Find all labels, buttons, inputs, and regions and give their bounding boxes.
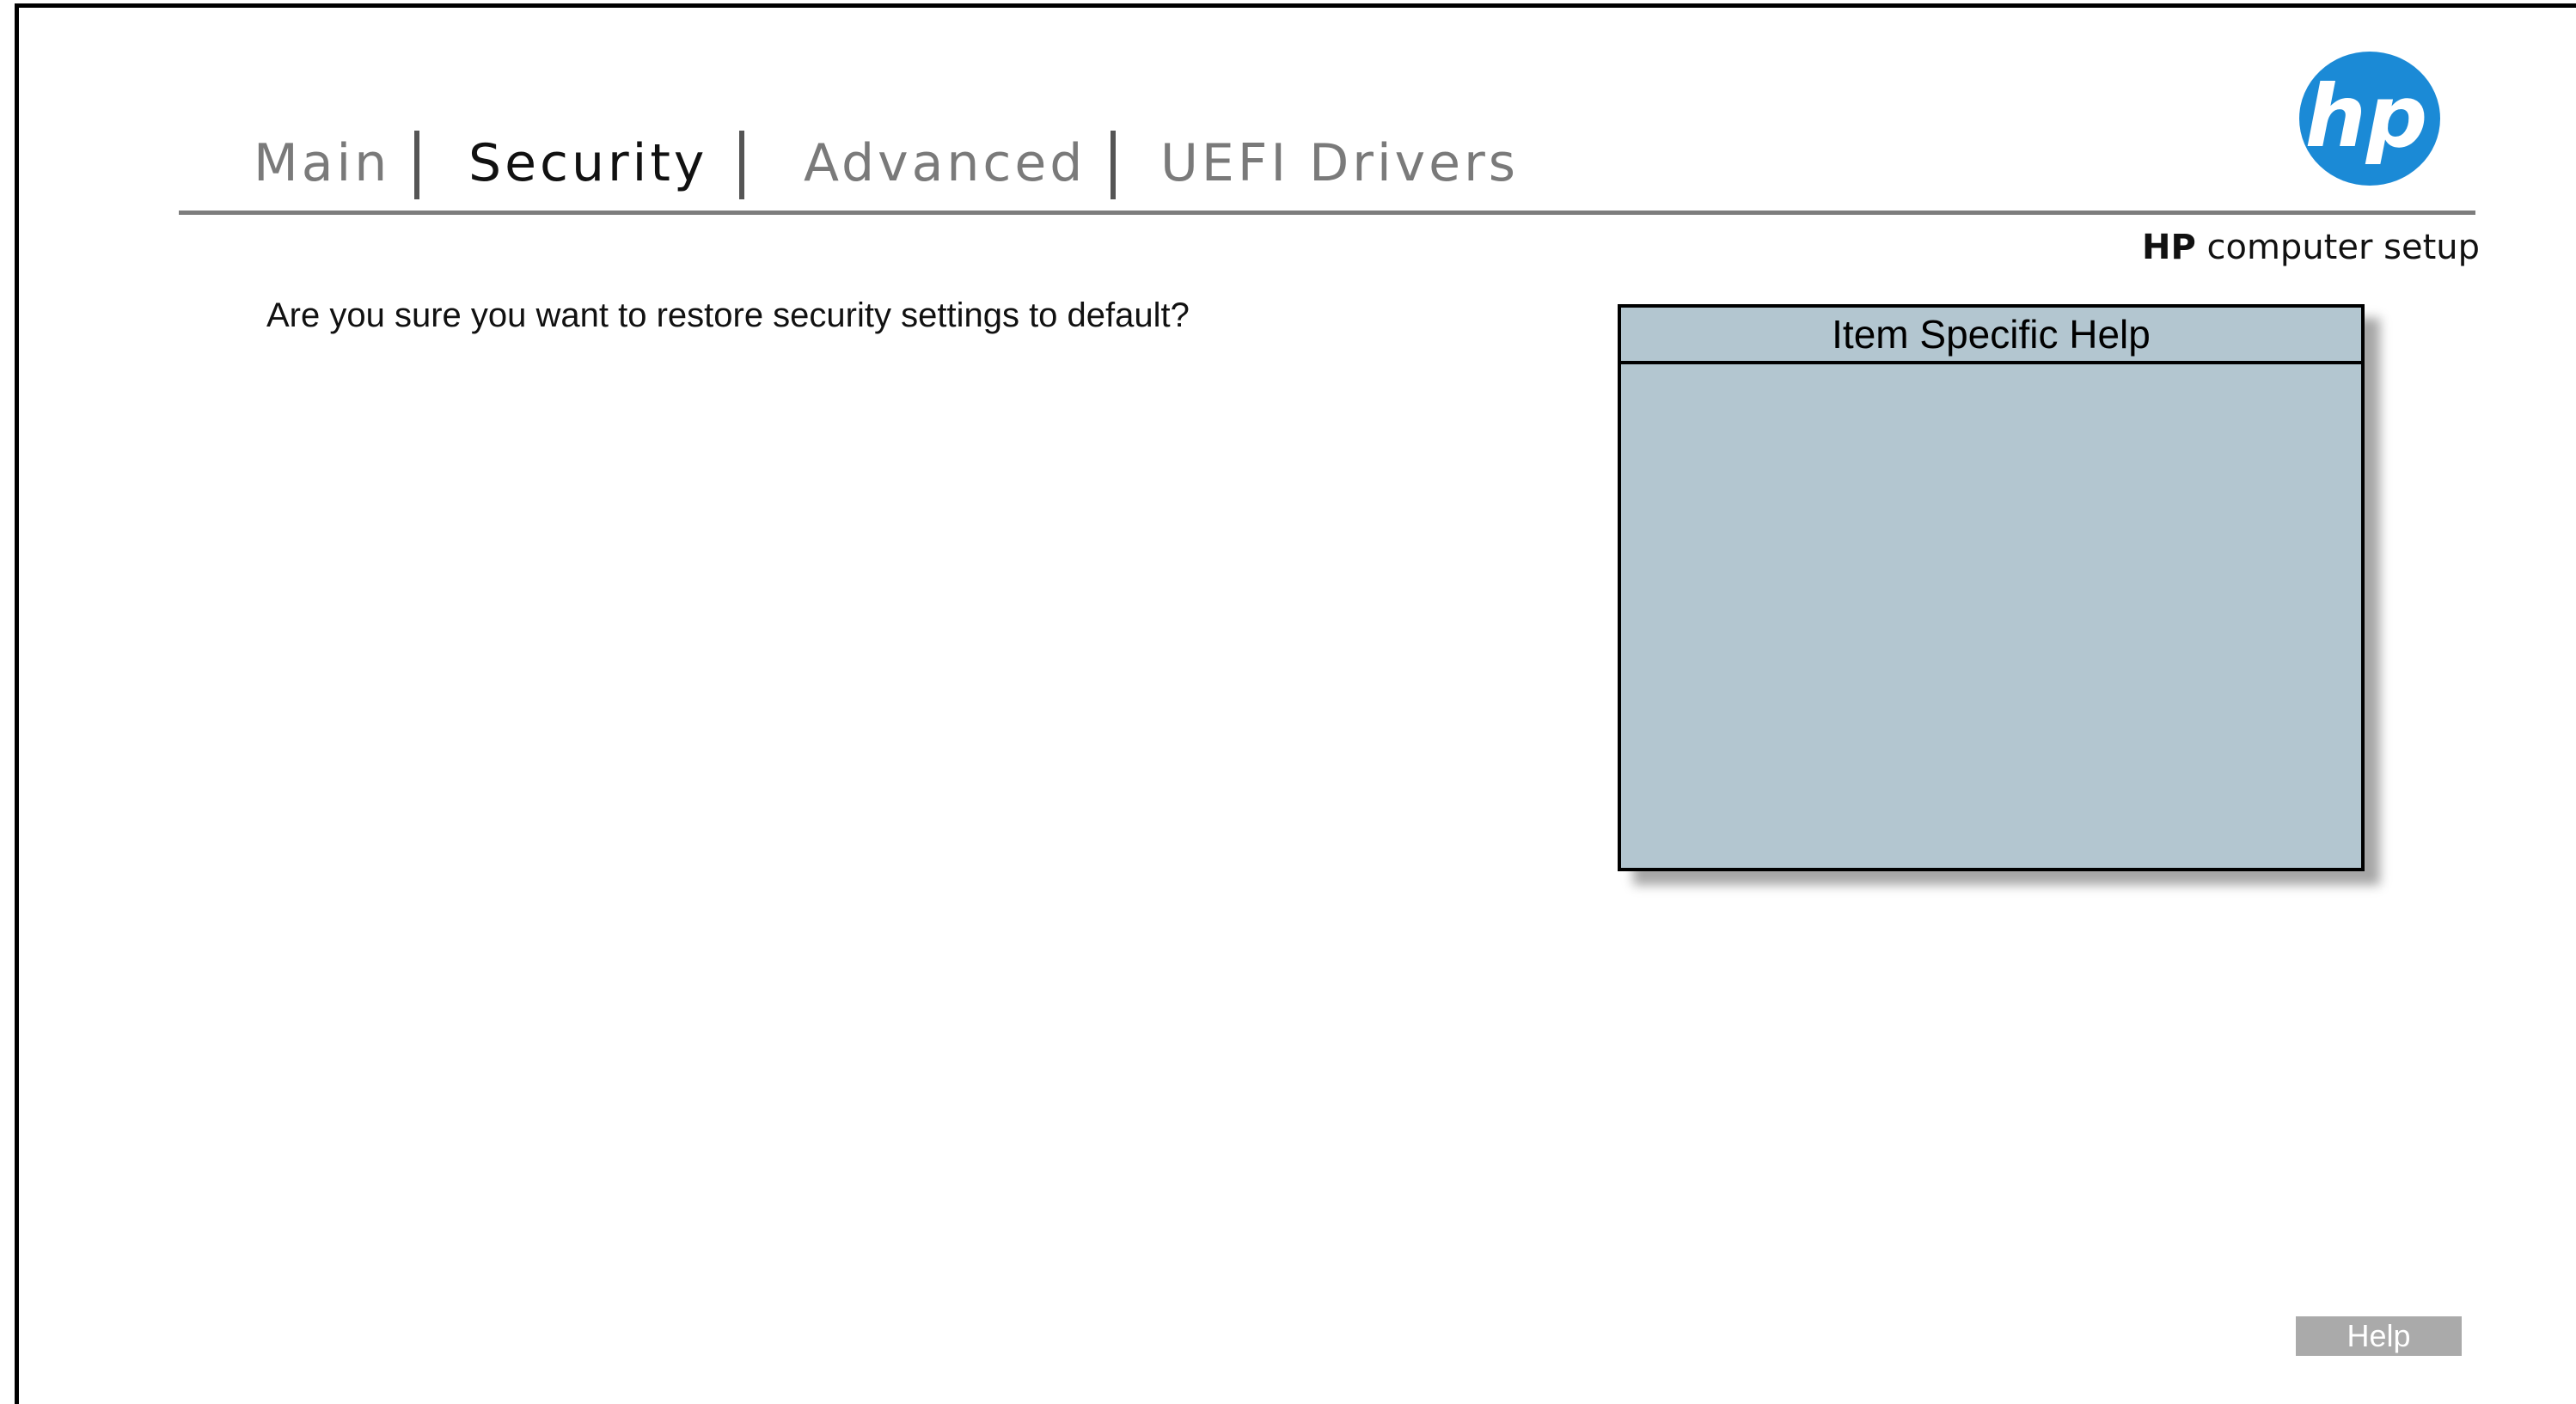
item-specific-help-panel: Item Specific Help bbox=[1618, 304, 2365, 871]
tab-separator bbox=[739, 131, 744, 199]
tab-main[interactable]: Main bbox=[254, 120, 390, 206]
hp-logo-icon: hp bbox=[2298, 50, 2442, 187]
brand-caption: HP computer setup bbox=[2142, 228, 2480, 267]
restore-confirm-prompt: Are you sure you want to restore securit… bbox=[266, 296, 1190, 334]
help-panel-body bbox=[1621, 364, 2361, 399]
tab-advanced[interactable]: Advanced bbox=[804, 120, 1086, 206]
help-panel-title: Item Specific Help bbox=[1621, 308, 2361, 364]
tab-separator bbox=[414, 131, 419, 199]
tab-bar: Main Security Advanced UEFI Drivers bbox=[181, 120, 2475, 215]
tab-underline-divider bbox=[179, 211, 2475, 215]
brand-caption-rest: computer setup bbox=[2195, 228, 2480, 267]
help-button[interactable]: Help bbox=[2296, 1316, 2462, 1356]
brand-caption-bold: HP bbox=[2141, 228, 2196, 267]
tab-uefi-drivers[interactable]: UEFI Drivers bbox=[1160, 120, 1519, 206]
tab-security[interactable]: Security bbox=[468, 120, 707, 206]
tab-separator bbox=[1111, 131, 1116, 199]
svg-text:hp: hp bbox=[2305, 66, 2428, 167]
